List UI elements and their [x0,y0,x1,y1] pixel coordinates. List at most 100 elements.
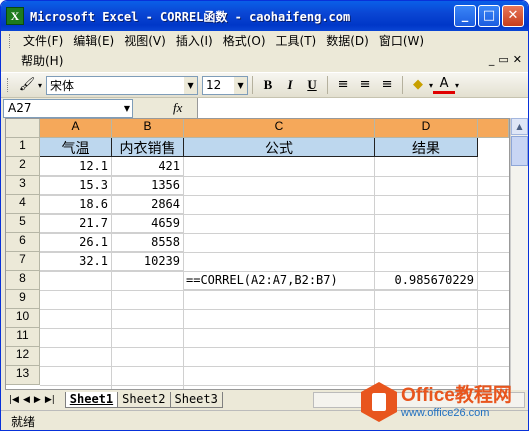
close-button[interactable]: ✕ [502,5,524,27]
row-header[interactable]: 9 [6,290,40,309]
menu-insert[interactable]: 插入(I) [171,31,218,51]
font-size-dropdown-icon[interactable]: ▼ [234,76,248,94]
row-header[interactable]: 5 [6,214,40,233]
data-cell-a3[interactable]: 15.3 [40,176,112,195]
mdi-minimize-icon[interactable]: _ [489,53,495,66]
format-painter-icon[interactable]: 🖌 [16,75,38,95]
watermark-brand: Office教程网 [401,385,512,406]
vertical-scrollbar[interactable]: ▲ [510,118,528,390]
row-header[interactable]: 4 [6,195,40,214]
formula-bar: A27 ▼ fx [1,98,528,118]
font-size-combo[interactable]: 12 ▼ [202,75,249,95]
menu-window[interactable]: 窗口(W) [374,31,429,51]
data-cell-b7[interactable]: 10239 [112,252,184,271]
column-header-d[interactable]: D [375,119,478,138]
last-sheet-icon[interactable]: ▶| [43,395,57,405]
header-cell-temperature[interactable]: 气温 [40,138,112,157]
menu-file[interactable]: 文件(F) [18,31,68,51]
font-name-combo[interactable]: 宋体 ▼ [46,75,199,95]
prev-sheet-icon[interactable]: ◀ [21,395,32,405]
name-box-dropdown-icon[interactable]: ▼ [124,100,130,117]
toolbar-grip[interactable] [7,78,10,92]
data-cell-a2[interactable]: 12.1 [40,157,112,176]
next-sheet-icon[interactable]: ▶ [32,395,43,405]
data-cell-b6[interactable]: 8558 [112,233,184,252]
data-cell-b2[interactable]: 421 [112,157,184,176]
menu-bar: 文件(F) 编辑(E) 视图(V) 插入(I) 格式(O) 工具(T) 数据(D… [1,31,528,71]
column-header-b[interactable]: B [112,119,184,138]
maximize-button[interactable]: □ [478,5,500,27]
minimize-button[interactable]: _ [454,5,476,27]
sheet-tab-1[interactable]: Sheet1 [64,392,119,408]
formula-cell-c8[interactable]: ==CORREL(A2:A7,B2:B7) [184,271,375,290]
data-cell-b3[interactable]: 1356 [112,176,184,195]
menu-tools[interactable]: 工具(T) [271,31,322,51]
sheet-tab-2[interactable]: Sheet2 [117,392,171,408]
formula-input[interactable] [197,98,528,118]
scroll-up-icon[interactable]: ▲ [511,118,528,135]
status-text: 就绪 [11,414,36,429]
data-cell-b4[interactable]: 2864 [112,195,184,214]
header-cell-result[interactable]: 结果 [375,138,478,157]
spreadsheet-grid[interactable]: A B C D 1 2 3 4 5 6 7 8 9 10 11 12 13 气温… [5,118,510,390]
first-sheet-icon[interactable]: |◀ [7,395,21,405]
excel-app-icon[interactable]: X [6,7,24,25]
office-logo-icon [361,382,397,422]
header-cell-sales[interactable]: 内衣销售 [112,138,184,157]
result-cell-d8[interactable]: 0.985670229 [375,271,478,290]
column-header-e[interactable] [478,119,509,138]
menu-view[interactable]: 视图(V) [119,31,171,51]
vertical-scroll-thumb[interactable] [511,136,528,166]
row-header[interactable]: 1 [6,138,40,157]
name-box[interactable]: A27 ▼ [3,98,133,118]
font-color-icon[interactable]: A [433,76,456,94]
bold-button[interactable]: B [257,75,279,95]
row-header[interactable]: 8 [6,271,40,290]
column-header-c[interactable]: C [184,119,375,138]
align-right-icon[interactable]: ≡ [376,75,398,95]
menu-help[interactable]: 帮助(H) [9,51,68,71]
select-all-corner[interactable] [6,119,40,138]
fx-icon[interactable]: fx [173,100,182,116]
data-cell-a5[interactable]: 21.7 [40,214,112,233]
header-cell-formula[interactable]: 公式 [184,138,375,157]
align-left-icon[interactable]: ≡ [332,75,354,95]
name-box-value: A27 [8,101,32,115]
column-header-a[interactable]: A [40,119,112,138]
font-dropdown-icon[interactable]: ▼ [184,76,198,94]
formatting-toolbar: 🖌 ▾ 宋体 ▼ 12 ▼ B I U ≡ ≡ ≡ ◆ ▾ A ▾ [1,72,528,98]
excel-window: X Microsoft Excel - CORREL函数 - caohaifen… [0,0,529,431]
toolbar-separator [252,76,254,94]
menu-grip[interactable] [9,34,12,48]
row-header[interactable]: 12 [6,347,40,366]
watermark-url: www.office26.com [401,407,490,419]
font-size-value: 12 [206,78,222,92]
row-header[interactable]: 3 [6,176,40,195]
window-title: Microsoft Excel - CORREL函数 - caohaifeng.… [30,9,351,24]
data-cell-a4[interactable]: 18.6 [40,195,112,214]
font-color-dropdown-icon[interactable]: ▾ [455,81,459,90]
menu-edit[interactable]: 编辑(E) [68,31,119,51]
italic-button[interactable]: I [279,75,301,95]
data-cell-a7[interactable]: 32.1 [40,252,112,271]
row-header[interactable]: 11 [6,328,40,347]
data-cell-a6[interactable]: 26.1 [40,233,112,252]
watermark: Office教程网 www.office26.com [361,377,528,427]
fill-color-icon[interactable]: ◆ [407,75,429,95]
row-header[interactable]: 10 [6,309,40,328]
menu-data[interactable]: 数据(D) [321,31,374,51]
row-header[interactable]: 6 [6,233,40,252]
menu-format[interactable]: 格式(O) [218,31,271,51]
row-header[interactable]: 13 [6,366,40,385]
title-bar[interactable]: X Microsoft Excel - CORREL函数 - caohaifen… [1,1,528,31]
mdi-restore-icon[interactable]: ▭ [498,53,508,66]
align-center-icon[interactable]: ≡ [354,75,376,95]
data-cell-b5[interactable]: 4659 [112,214,184,233]
mdi-close-icon[interactable]: ✕ [513,53,522,66]
row-header[interactable]: 7 [6,252,40,271]
sheet-tab-3[interactable]: Sheet3 [169,392,223,408]
row-header[interactable]: 2 [6,157,40,176]
toolbar-options-icon[interactable]: ▾ [38,81,42,90]
toolbar-separator [402,76,404,94]
underline-button[interactable]: U [301,75,323,95]
